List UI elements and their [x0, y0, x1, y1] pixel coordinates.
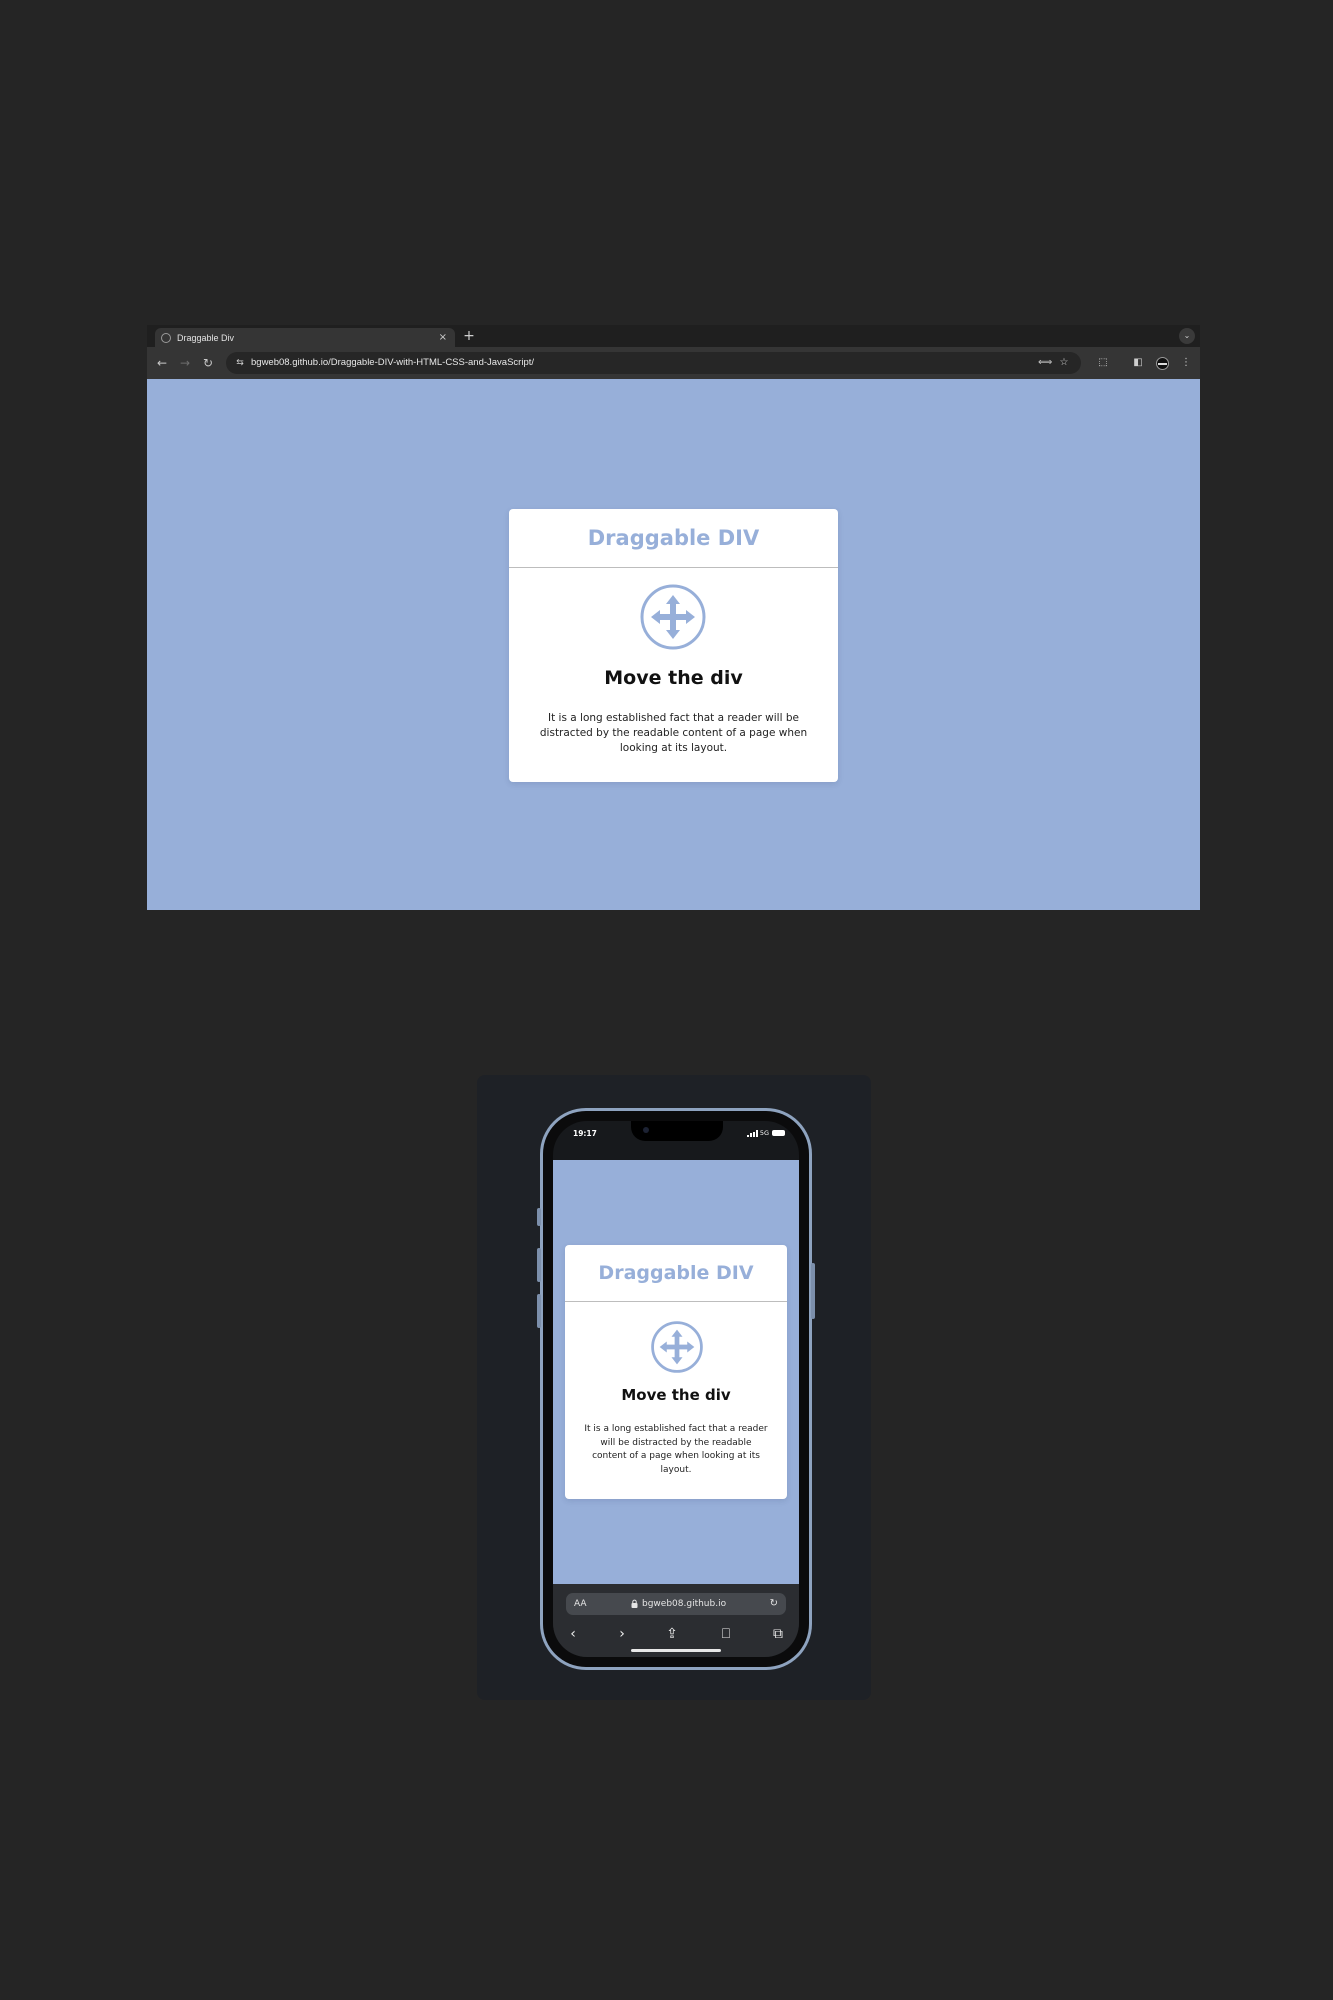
safari-toolbar: AA bgweb08.github.io ↻ ‹ › ⇪ ⎕ ⧉ [553, 1584, 799, 1657]
home-indicator [631, 1649, 721, 1652]
safari-address-bar[interactable]: AA bgweb08.github.io ↻ [566, 1593, 786, 1615]
site-info-icon[interactable]: ⇆ [234, 357, 246, 369]
card-heading: Move the div [604, 667, 743, 689]
notch [631, 1121, 723, 1141]
share-icon[interactable]: ⇪ [663, 1625, 681, 1643]
extensions-icon[interactable]: ⬚ [1096, 356, 1110, 370]
mute-switch [537, 1208, 541, 1226]
safari-url-text[interactable]: bgweb08.github.io [642, 1597, 726, 1611]
volume-up-button [537, 1248, 541, 1282]
card-heading-mobile: Move the div [621, 1386, 731, 1404]
side-panel-icon[interactable]: ◧ [1131, 356, 1145, 370]
network-label: 5G [759, 1129, 769, 1137]
tab-draggable-div[interactable]: Draggable Div × [155, 328, 455, 347]
card-title-mobile: Draggable DIV [598, 1262, 754, 1284]
tab-bar: Draggable Div × + ⌄ [147, 325, 1200, 347]
mobile-page-viewport: Draggable DIV Move the div It is a long … [553, 1160, 799, 1584]
reload-button[interactable]: ↻ [201, 356, 215, 370]
card-title: Draggable DIV [587, 526, 760, 550]
chevron-down-icon[interactable]: ⌄ [1179, 328, 1195, 344]
page-viewport: Draggable DIV Move the div It is a long … [147, 379, 1200, 910]
card-description: It is a long established fact that a rea… [539, 712, 808, 754]
back-button[interactable]: ‹ [564, 1625, 582, 1643]
address-bar[interactable]: ⇆ bgweb08.github.io/Draggable-DIV-with-H… [226, 352, 1081, 374]
globe-icon [161, 332, 171, 343]
forward-button[interactable]: → [178, 356, 192, 370]
signal-icon [746, 1129, 758, 1137]
tab-title: Draggable Div [177, 332, 235, 343]
reload-icon[interactable]: ↻ [770, 1597, 778, 1611]
phone-bezel: 19:17 5G Draggable DIV Move the div It i… [543, 1111, 809, 1667]
phone-screen: 19:17 5G Draggable DIV Move the div It i… [553, 1121, 799, 1657]
desktop-browser-window: Draggable Div × + ⌄ ← → ↻ ⇆ bgweb08.gith… [147, 325, 1200, 910]
profile-avatar[interactable] [1156, 357, 1169, 370]
front-camera [643, 1127, 649, 1133]
forward-button[interactable]: › [613, 1625, 631, 1643]
lock-icon [631, 1599, 638, 1608]
draggable-card-mobile[interactable]: Draggable DIV Move the div It is a long … [565, 1245, 787, 1499]
card-header-mobile[interactable]: Draggable DIV [565, 1245, 787, 1302]
card-header[interactable]: Draggable DIV [509, 509, 838, 568]
browser-toolbar: ← → ↻ ⇆ bgweb08.github.io/Draggable-DIV-… [147, 347, 1200, 379]
move-arrows-icon [651, 1321, 703, 1373]
card-description-mobile: It is a long established fact that a rea… [584, 1424, 768, 1475]
menu-icon[interactable]: ⋮ [1179, 356, 1193, 370]
text-size-button[interactable]: AA [574, 1597, 587, 1611]
bookmark-star-icon[interactable]: ☆ [1058, 357, 1070, 369]
close-icon[interactable]: × [439, 332, 447, 343]
back-button[interactable]: ← [155, 356, 169, 370]
draggable-card[interactable]: Draggable DIV Move the div It is a long … [509, 509, 838, 782]
battery-icon [772, 1130, 785, 1136]
phone-frame: 19:17 5G Draggable DIV Move the div It i… [537, 1108, 815, 1670]
phone-mockup-stage: 19:17 5G Draggable DIV Move the div It i… [477, 1075, 871, 1700]
tabs-icon[interactable]: ⧉ [769, 1625, 787, 1643]
status-indicators: 5G [746, 1129, 785, 1137]
bookmarks-icon[interactable]: ⎕ [717, 1625, 735, 1643]
status-time: 19:17 [573, 1129, 597, 1138]
translate-icon[interactable]: ⟺ [1038, 357, 1052, 369]
side-button [811, 1263, 815, 1319]
move-arrows-icon [640, 584, 706, 650]
url-text[interactable]: bgweb08.github.io/Draggable-DIV-with-HTM… [251, 356, 534, 370]
volume-down-button [537, 1294, 541, 1328]
new-tab-button[interactable]: + [461, 328, 477, 344]
